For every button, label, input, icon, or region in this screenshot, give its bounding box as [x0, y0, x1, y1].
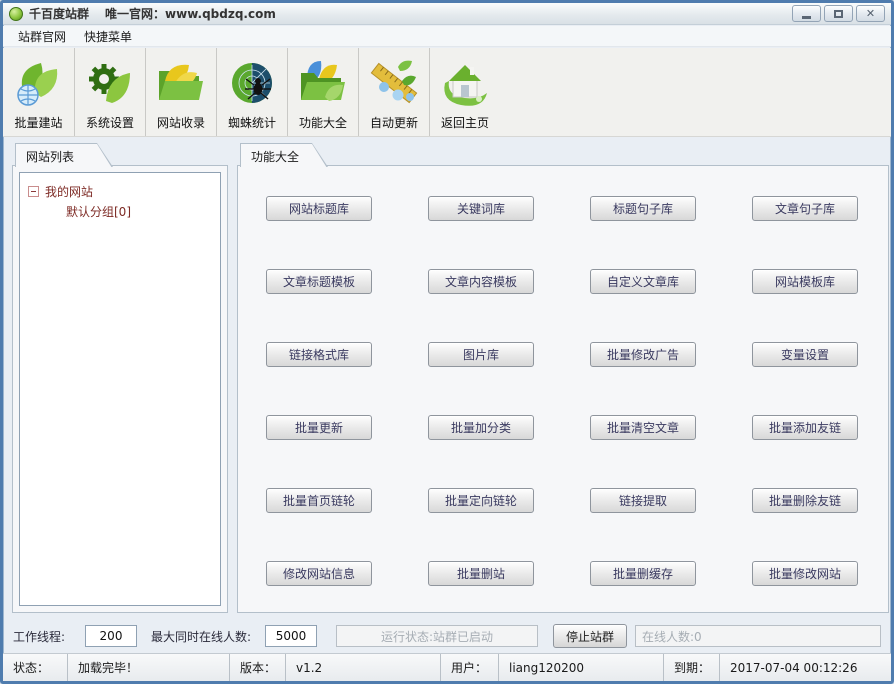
toolbar-label: 返回主页 — [440, 116, 489, 130]
menu-bar: 站群官网 快捷菜单 — [3, 26, 891, 47]
tree-node-label: 默认分组[0] — [66, 204, 131, 219]
minimize-icon — [802, 15, 811, 19]
toolbar-item-batch-build[interactable]: 批量建站 — [3, 48, 74, 136]
folder-leaves-icon — [295, 54, 351, 112]
function-button-batch-update[interactable]: 批量更新 — [266, 415, 372, 440]
function-button-image-lib[interactable]: 图片库 — [428, 342, 534, 367]
function-button-batch-delete-links[interactable]: 批量删除友链 — [752, 488, 858, 513]
worker-threads-input[interactable] — [85, 625, 137, 647]
tab-site-list-label: 网站列表 — [16, 144, 112, 168]
online-count-field: 在线人数:0 — [635, 625, 881, 647]
toolbar-item-system-settings[interactable]: 系统设置 — [74, 48, 145, 136]
functions-panel: 网站标题库 关键词库 标题句子库 文章句子库 文章标题模板 文章内容模板 自定义… — [237, 165, 889, 613]
tree-node-label: 我的网站 — [45, 184, 94, 199]
leaves-globe-icon — [11, 54, 67, 112]
window-title: 千百度站群 — [29, 7, 90, 21]
user-label: 用户： — [440, 654, 498, 681]
minimize-button[interactable] — [792, 5, 821, 22]
folder-yellow-leaves-icon — [153, 54, 209, 112]
toolbar-label: 蜘蛛统计 — [227, 116, 276, 130]
function-button-batch-add-links[interactable]: 批量添加友链 — [752, 415, 858, 440]
stop-sites-button[interactable]: 停止站群 — [553, 624, 627, 648]
toolbar-item-auto-update[interactable]: 自动更新 — [358, 48, 429, 136]
max-online-label: 最大同时在线人数: — [151, 630, 252, 644]
toolbar: 批量建站 系统设置 网站收录 蜘蛛统计 功能大全 自动更新 返回主页 — [3, 48, 891, 137]
close-icon: ✕ — [865, 7, 876, 20]
tab-site-list[interactable]: 网站列表 — [15, 143, 113, 167]
toolbar-item-all-functions[interactable]: 功能大全 — [287, 48, 358, 136]
menu-item-official-site[interactable]: 站群官网 — [9, 26, 75, 47]
site-list-panel: 我的网站 默认分组[0] — [12, 165, 228, 613]
site-tree[interactable]: 我的网站 默认分组[0] — [19, 172, 221, 606]
max-online-input[interactable] — [265, 625, 317, 647]
function-button-keyword-lib[interactable]: 关键词库 — [428, 196, 534, 221]
collapse-icon[interactable] — [28, 185, 39, 197]
function-button-batch-directed-linkwheel[interactable]: 批量定向链轮 — [428, 488, 534, 513]
ruler-branch-icon — [366, 54, 422, 112]
app-window: 千百度站群 唯一官网：www.qbdzq.com ✕ 站群官网 快捷菜单 批量建… — [0, 0, 894, 684]
version-label: 版本： — [229, 654, 285, 681]
expiry-label: 到期： — [663, 654, 719, 681]
toolbar-label: 系统设置 — [85, 116, 134, 130]
gear-leaf-icon — [82, 54, 138, 112]
toolbar-item-site-index[interactable]: 网站收录 — [145, 48, 216, 136]
function-button-batch-home-linkwheel[interactable]: 批量首页链轮 — [266, 488, 372, 513]
function-button-title-sentence-lib[interactable]: 标题句子库 — [590, 196, 696, 221]
function-button-link-extract[interactable]: 链接提取 — [590, 488, 696, 513]
app-logo-icon — [9, 6, 23, 21]
toolbar-label: 自动更新 — [369, 116, 418, 130]
title-bar: 千百度站群 唯一官网：www.qbdzq.com ✕ — [3, 3, 891, 25]
window-subtitle: 唯一官网：www.qbdzq.com — [105, 7, 276, 21]
status-label: 状态： — [13, 661, 50, 675]
expiry-value: 2017-07-04 00:12:26 — [719, 654, 891, 681]
function-button-article-title-template[interactable]: 文章标题模板 — [266, 269, 372, 294]
bottom-controls-bar: 工作线程: 最大同时在线人数: 运行状态:站群已启动 停止站群 在线人数:0 — [3, 619, 891, 653]
home-leaf-icon — [437, 54, 493, 112]
menu-item-quick-menu[interactable]: 快捷菜单 — [75, 26, 141, 47]
function-button-batch-delete-sites[interactable]: 批量删站 — [428, 561, 534, 586]
maximize-button[interactable] — [824, 5, 853, 22]
run-status-field: 运行状态:站群已启动 — [336, 625, 538, 647]
tree-node-default-group[interactable]: 默认分组[0] — [26, 201, 214, 221]
window-controls: ✕ — [792, 5, 885, 22]
function-button-custom-article-lib[interactable]: 自定义文章库 — [590, 269, 696, 294]
tree-node-my-sites[interactable]: 我的网站 — [26, 181, 214, 201]
spider-web-icon — [224, 54, 280, 112]
function-button-link-format-lib[interactable]: 链接格式库 — [266, 342, 372, 367]
toolbar-label: 批量建站 — [14, 116, 63, 130]
function-button-batch-add-category[interactable]: 批量加分类 — [428, 415, 534, 440]
function-button-site-title-lib[interactable]: 网站标题库 — [266, 196, 372, 221]
function-button-site-template-lib[interactable]: 网站模板库 — [752, 269, 858, 294]
tab-all-functions-label: 功能大全 — [241, 144, 327, 168]
worker-threads-label: 工作线程: — [13, 630, 66, 644]
function-button-batch-clear-articles[interactable]: 批量清空文章 — [590, 415, 696, 440]
toolbar-item-home[interactable]: 返回主页 — [429, 48, 500, 136]
status-bar: 状态： 加载完毕！ 版本： v1.2 用户： liang120200 到期： 2… — [3, 653, 891, 681]
function-button-article-sentence-lib[interactable]: 文章句子库 — [752, 196, 858, 221]
toolbar-label: 功能大全 — [298, 116, 347, 130]
function-button-batch-edit-sites[interactable]: 批量修改网站 — [752, 561, 858, 586]
function-button-grid: 网站标题库 关键词库 标题句子库 文章句子库 文章标题模板 文章内容模板 自定义… — [238, 166, 888, 612]
function-button-batch-clear-cache[interactable]: 批量删缓存 — [590, 561, 696, 586]
function-button-edit-site-info[interactable]: 修改网站信息 — [266, 561, 372, 586]
version-value: v1.2 — [285, 654, 440, 681]
status-value: 加载完毕！ — [67, 654, 229, 681]
maximize-icon — [834, 9, 843, 18]
function-button-variable-settings[interactable]: 变量设置 — [752, 342, 858, 367]
function-button-article-content-template[interactable]: 文章内容模板 — [428, 269, 534, 294]
tab-all-functions[interactable]: 功能大全 — [240, 143, 328, 167]
user-value: liang120200 — [498, 654, 663, 681]
toolbar-item-spider-stats[interactable]: 蜘蛛统计 — [216, 48, 287, 136]
function-button-batch-edit-ads[interactable]: 批量修改广告 — [590, 342, 696, 367]
close-button[interactable]: ✕ — [856, 5, 885, 22]
toolbar-label: 网站收录 — [156, 116, 205, 130]
